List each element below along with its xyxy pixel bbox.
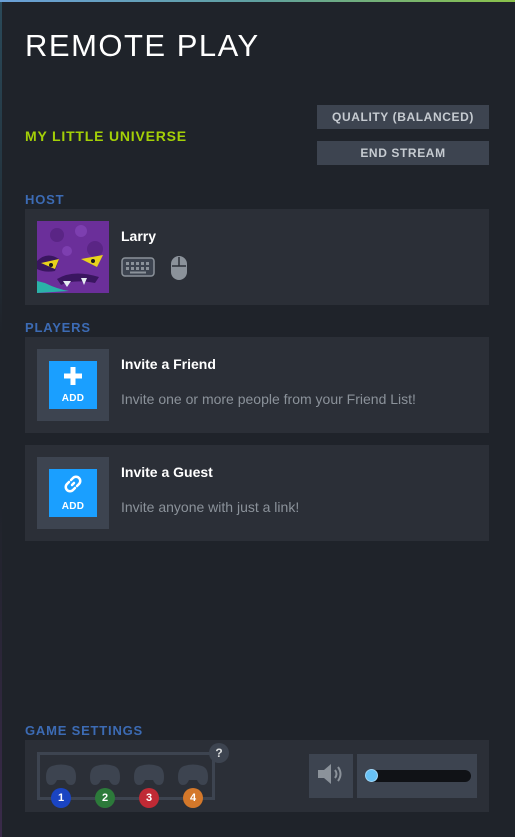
add-label: ADD [61,393,85,404]
window-edge [0,2,2,837]
link-icon [63,474,83,499]
invite-guest-card[interactable]: ADD Invite a Guest Invite anyone with ju… [25,445,489,541]
keyboard-icon [121,257,155,282]
speaker-icon [316,762,346,791]
mouse-icon [170,255,188,286]
invite-friend-description: Invite one or more people from your Frie… [121,391,416,407]
add-label: ADD [61,501,85,512]
invite-friend-card[interactable]: ADD Invite a Friend Invite one or more p… [25,337,489,433]
add-friend-button[interactable]: ADD [49,361,97,409]
volume-slider[interactable] [357,754,477,798]
controller-badge-1: 1 [51,788,71,808]
plus-icon [63,366,83,391]
volume-slider-thumb[interactable] [365,769,378,782]
add-guest-button[interactable]: ADD [49,469,97,517]
invite-friend-title: Invite a Friend [121,356,216,372]
volume-slider-track[interactable] [365,769,471,782]
invite-guest-title: Invite a Guest [121,464,213,480]
host-card: Larry [25,209,489,305]
add-guest-box: ADD [37,457,109,529]
avatar[interactable] [37,221,109,293]
controller-badge-3: 3 [139,788,159,808]
help-button[interactable]: ? [209,743,229,763]
add-friend-box: ADD [37,349,109,421]
invite-guest-description: Invite anyone with just a link! [121,499,300,515]
quality-button[interactable]: QUALITY (BALANCED) [317,105,489,129]
host-name: Larry [121,228,157,244]
controller-badge-2: 2 [95,788,115,808]
game-settings-section-label: GAME SETTINGS [25,723,144,738]
top-accent-line [0,0,515,2]
page-title: REMOTE PLAY [25,28,260,63]
game-settings-panel: 1 2 3 4 ? [25,740,489,812]
game-name: MY LITTLE UNIVERSE [25,128,187,144]
controller-badge-4: 4 [183,788,203,808]
end-stream-button[interactable]: END STREAM [317,141,489,165]
volume-button[interactable] [309,754,353,798]
players-section-label: PLAYERS [25,320,91,335]
host-section-label: HOST [25,192,65,207]
